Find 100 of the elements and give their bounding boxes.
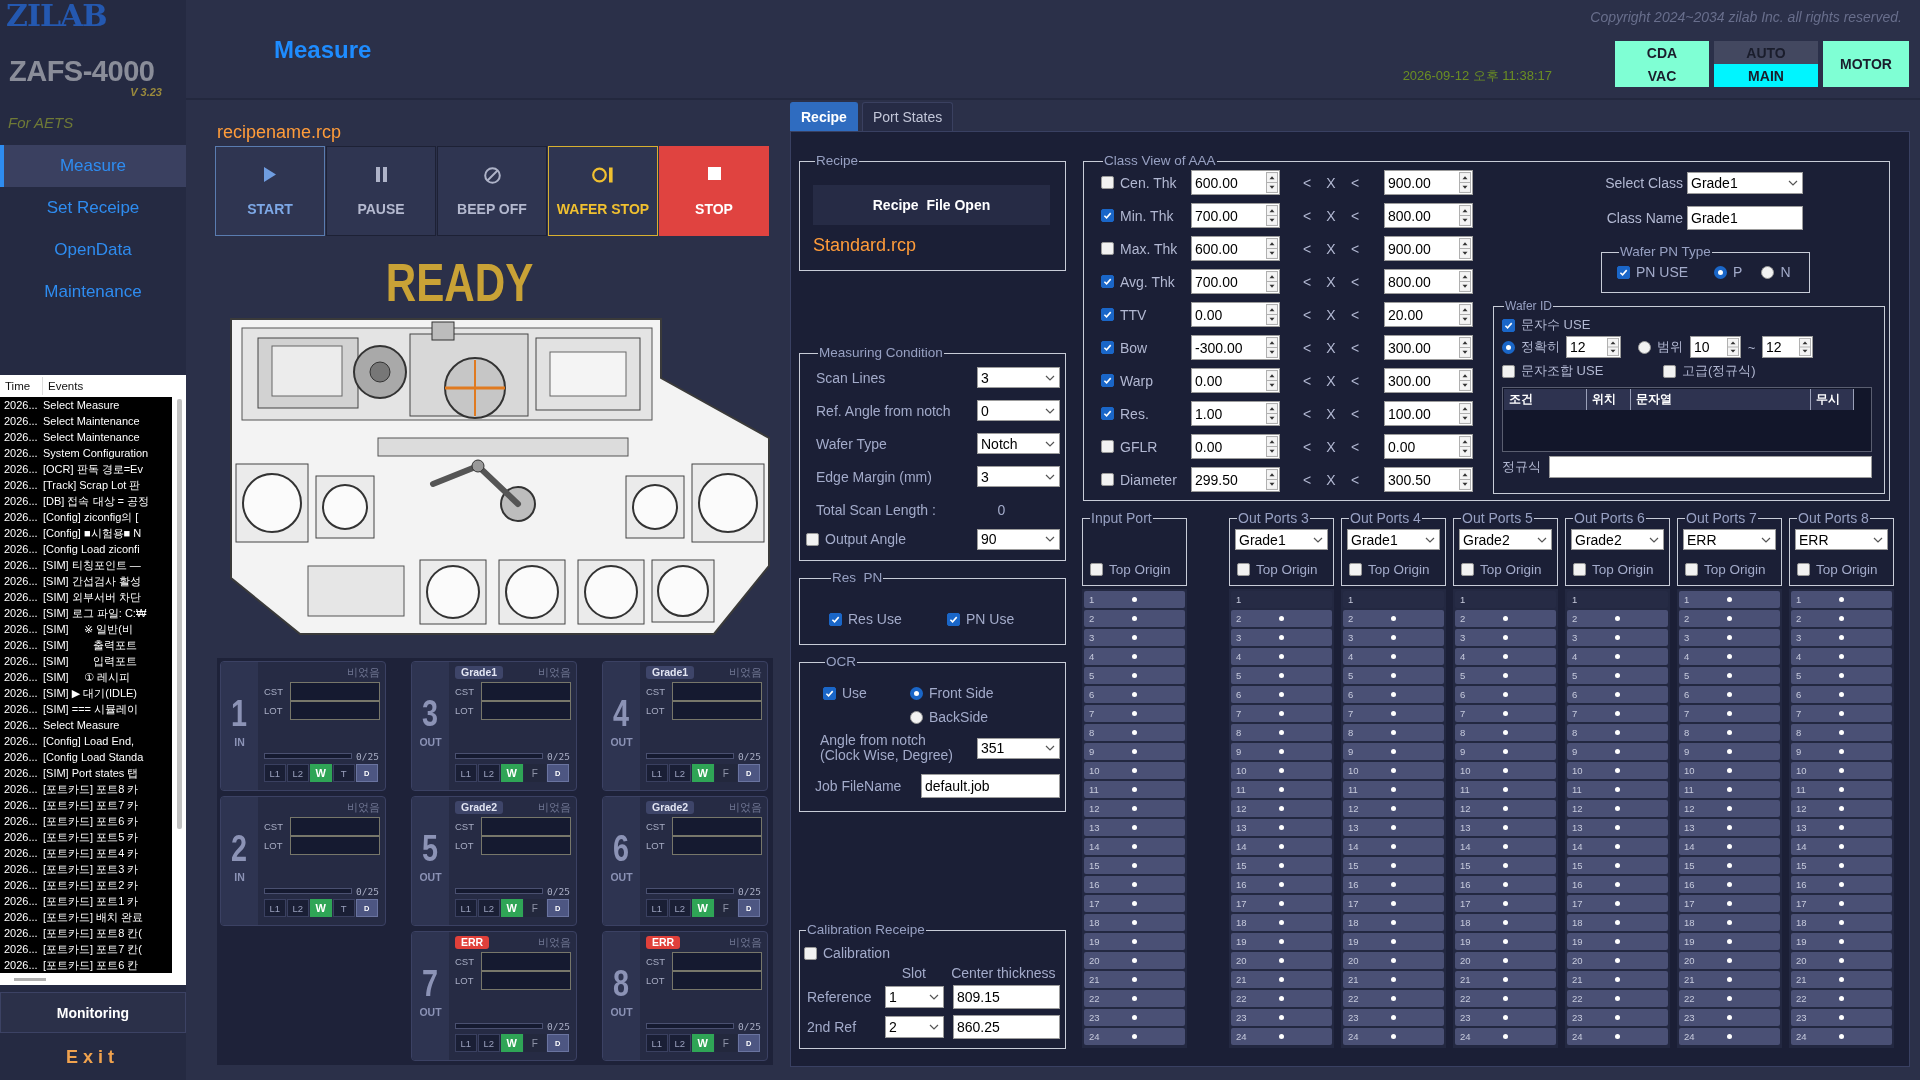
checkbox[interactable]: [1797, 562, 1810, 576]
dropdown[interactable]: 2: [885, 1016, 944, 1038]
slot-row[interactable]: 9: [1455, 743, 1556, 760]
slot-row[interactable]: 7: [1679, 705, 1780, 722]
nav-item[interactable]: Measure: [0, 145, 186, 187]
slot-row[interactable]: 23: [1231, 1009, 1332, 1026]
slot-row[interactable]: 22: [1084, 990, 1185, 1007]
nav-item[interactable]: Set Receipe: [0, 187, 186, 229]
slot-row[interactable]: 14: [1231, 838, 1332, 855]
column-header[interactable]: 문자열: [1631, 389, 1811, 410]
slot-row[interactable]: 24: [1455, 1028, 1556, 1045]
slot-row[interactable]: 16: [1343, 876, 1444, 893]
slot-row[interactable]: 17: [1343, 895, 1444, 912]
slot-row[interactable]: 17: [1455, 895, 1556, 912]
checkbox[interactable]: [1573, 562, 1586, 576]
dropdown[interactable]: 90: [977, 528, 1060, 550]
spin-arrows-icon[interactable]: [1799, 338, 1811, 356]
slot-row[interactable]: 21: [1231, 971, 1332, 988]
spin-arrows-icon[interactable]: [1459, 238, 1471, 259]
number-field[interactable]: 300.00: [1384, 368, 1473, 393]
checkbox[interactable]: [1101, 473, 1114, 486]
slot-row[interactable]: 6: [1567, 686, 1668, 703]
radio-button[interactable]: [910, 686, 923, 700]
port-toggle-button[interactable]: W: [692, 899, 714, 917]
checkbox[interactable]: [804, 946, 817, 960]
port-toggle-button[interactable]: L1: [264, 764, 286, 782]
slot-row[interactable]: 13: [1679, 819, 1780, 836]
slot-row[interactable]: 20: [1455, 952, 1556, 969]
slot-row[interactable]: 5: [1343, 667, 1444, 684]
pause-button[interactable]: PAUSE: [326, 146, 436, 236]
dropdown[interactable]: 3: [977, 466, 1060, 487]
cst-field[interactable]: [480, 682, 571, 701]
slot-row[interactable]: 19: [1343, 933, 1444, 950]
number-field[interactable]: 0.00: [1384, 434, 1473, 459]
slot-row[interactable]: 18: [1084, 914, 1185, 931]
stop-button[interactable]: STOP: [659, 146, 769, 236]
slot-row[interactable]: 4: [1084, 648, 1185, 665]
number-field[interactable]: 0.00: [1191, 302, 1280, 327]
slot-row[interactable]: 5: [1084, 667, 1185, 684]
spin-arrows-icon[interactable]: [1459, 370, 1471, 391]
slot-row[interactable]: 19: [1567, 933, 1668, 950]
port-toggle-button[interactable]: W: [501, 764, 523, 782]
checkbox[interactable]: [806, 532, 819, 546]
slot-row[interactable]: 14: [1791, 838, 1892, 855]
number-field[interactable]: -300.00: [1191, 335, 1280, 360]
slot-row[interactable]: 20: [1231, 952, 1332, 969]
slot-row[interactable]: 3: [1455, 629, 1556, 646]
cst-field[interactable]: [671, 952, 762, 971]
slot-row[interactable]: 8: [1231, 724, 1332, 741]
number-field[interactable]: 300.50: [1384, 467, 1473, 492]
slot-row[interactable]: 15: [1791, 857, 1892, 874]
checkbox[interactable]: [1101, 242, 1114, 255]
slot-row[interactable]: 19: [1084, 933, 1185, 950]
slot-row[interactable]: 15: [1084, 857, 1185, 874]
checkbox[interactable]: [1502, 318, 1515, 332]
slot-row[interactable]: 7: [1084, 705, 1185, 722]
slot-row[interactable]: 20: [1343, 952, 1444, 969]
column-header[interactable]: 위치: [1587, 389, 1631, 410]
slot-row[interactable]: 13: [1231, 819, 1332, 836]
spin-arrows-icon[interactable]: [1266, 370, 1278, 391]
nav-item[interactable]: Maintenance: [0, 271, 186, 313]
slot-row[interactable]: 1: [1084, 591, 1185, 608]
slot-row[interactable]: 16: [1084, 876, 1185, 893]
spin-arrows-icon[interactable]: [1459, 469, 1471, 490]
slot-row[interactable]: 24: [1791, 1028, 1892, 1045]
number-field[interactable]: 100.00: [1384, 401, 1473, 426]
radio-button[interactable]: [1761, 265, 1775, 279]
slot-row[interactable]: 21: [1791, 971, 1892, 988]
text-field[interactable]: [1549, 456, 1872, 478]
port-toggle-button[interactable]: L1: [646, 764, 668, 782]
slot-row[interactable]: 20: [1567, 952, 1668, 969]
slot-row[interactable]: 1: [1679, 591, 1780, 608]
slot-row[interactable]: 10: [1231, 762, 1332, 779]
slot-row[interactable]: 5: [1231, 667, 1332, 684]
class-dropdown[interactable]: Grade1: [1687, 172, 1803, 194]
slot-row[interactable]: 23: [1084, 1009, 1185, 1026]
slot-row[interactable]: 5: [1791, 667, 1892, 684]
checkbox[interactable]: [1685, 562, 1698, 576]
slot-row[interactable]: 4: [1231, 648, 1332, 665]
slot-row[interactable]: 7: [1231, 705, 1332, 722]
slot-row[interactable]: 14: [1084, 838, 1185, 855]
slot-row[interactable]: 3: [1084, 629, 1185, 646]
number-field[interactable]: 1.00: [1191, 401, 1280, 426]
slot-row[interactable]: 20: [1791, 952, 1892, 969]
checkbox[interactable]: [1101, 209, 1114, 222]
slot-row[interactable]: 3: [1679, 629, 1780, 646]
lot-field[interactable]: [480, 971, 571, 990]
slot-row[interactable]: 6: [1679, 686, 1780, 703]
number-field[interactable]: 12: [1762, 336, 1813, 358]
monitoring-button[interactable]: Monitoring: [0, 992, 186, 1033]
spin-arrows-icon[interactable]: [1459, 337, 1471, 358]
checkbox[interactable]: [1663, 364, 1676, 378]
text-field[interactable]: default.job: [921, 774, 1060, 798]
slot-row[interactable]: 9: [1343, 743, 1444, 760]
slot-row[interactable]: 13: [1084, 819, 1185, 836]
slot-row[interactable]: 23: [1343, 1009, 1444, 1026]
slot-row[interactable]: 6: [1343, 686, 1444, 703]
checkbox[interactable]: [1090, 562, 1103, 576]
checkbox[interactable]: [1101, 308, 1114, 321]
lot-field[interactable]: [289, 701, 380, 720]
